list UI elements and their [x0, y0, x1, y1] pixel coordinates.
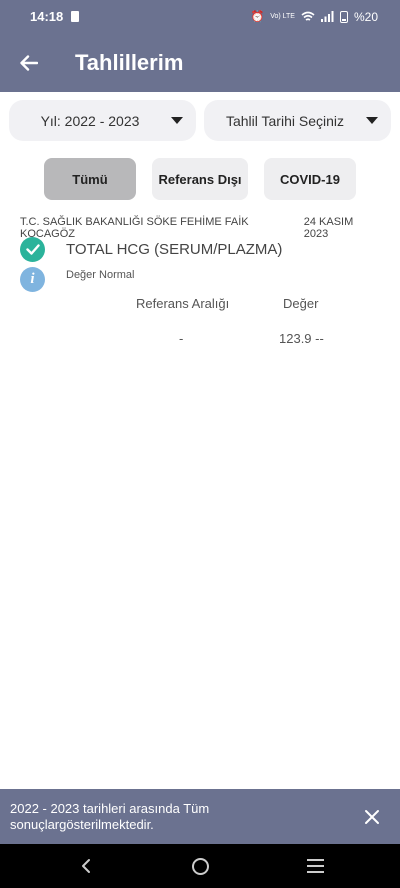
date-dropdown-label: Tahlil Tarihi Seçiniz — [225, 112, 344, 129]
caret-down-icon — [171, 117, 183, 124]
snackbar-close-button[interactable] — [356, 801, 388, 833]
snackbar: 2022 - 2023 tarihleri arasında Tüm sonuç… — [0, 789, 400, 844]
filter-row: Yıl: 2022 - 2023 Tahlil Tarihi Seçiniz — [9, 100, 391, 141]
wifi-icon — [301, 11, 315, 21]
status-indicators: ⏰ Vo) LTE %20 — [250, 10, 378, 24]
status-bar: 14:18 ⏰ Vo) LTE %20 — [0, 0, 400, 33]
app-header: Tahlillerim — [0, 33, 400, 92]
alarm-icon: ⏰ — [250, 11, 265, 23]
result-date: 24 KASIM 2023 — [303, 216, 354, 240]
reference-range-header: Referans Aralığı — [136, 296, 230, 311]
result-meta: T.C. SAĞLIK BAKANLIĞI SÖKE FEHİME FAİK K… — [20, 216, 380, 240]
tab-all[interactable]: Tümü — [44, 158, 136, 200]
info-icon[interactable]: i — [20, 267, 45, 292]
caret-down-icon — [366, 117, 378, 124]
signal-icon — [320, 11, 334, 22]
nav-home-button[interactable] — [170, 844, 230, 888]
chevron-left-icon — [82, 859, 90, 873]
notification-icon — [71, 11, 80, 22]
tab-covid19[interactable]: COVID-19 — [264, 158, 356, 200]
nav-recents-button[interactable] — [285, 844, 345, 888]
status-time: 14:18 — [30, 9, 64, 24]
reference-range-value: - — [179, 331, 184, 346]
year-dropdown[interactable]: Yıl: 2022 - 2023 — [9, 100, 196, 141]
recents-lines-icon — [306, 859, 324, 873]
test-name: TOTAL HCG (SERUM/PLAZMA) — [66, 241, 283, 258]
snackbar-message: 2022 - 2023 tarihleri arasında Tüm sonuç… — [10, 800, 210, 832]
battery-icon — [339, 10, 348, 23]
hospital-name: T.C. SAĞLIK BAKANLIĞI SÖKE FEHİME FAİK K… — [20, 216, 249, 240]
home-circle-icon — [191, 857, 209, 875]
value-header: Değer — [283, 296, 319, 311]
year-dropdown-label: Yıl: 2022 - 2023 — [40, 112, 140, 129]
tab-out-of-reference[interactable]: Referans Dışı — [152, 158, 248, 200]
back-button[interactable] — [0, 33, 58, 92]
close-icon — [365, 809, 379, 824]
battery-text: %20 — [353, 9, 378, 24]
result-value: 123.9 -- — [279, 331, 324, 346]
arrow-left-icon — [20, 54, 38, 71]
result-status: Değer Normal — [66, 269, 135, 281]
date-dropdown[interactable]: Tahlil Tarihi Seçiniz — [204, 100, 391, 141]
nav-back-button[interactable] — [56, 844, 116, 888]
system-nav-bar — [0, 844, 400, 888]
check-icon — [20, 237, 45, 262]
page-title: Tahlillerim — [75, 49, 184, 75]
network-icon: Vo) LTE — [270, 13, 295, 20]
